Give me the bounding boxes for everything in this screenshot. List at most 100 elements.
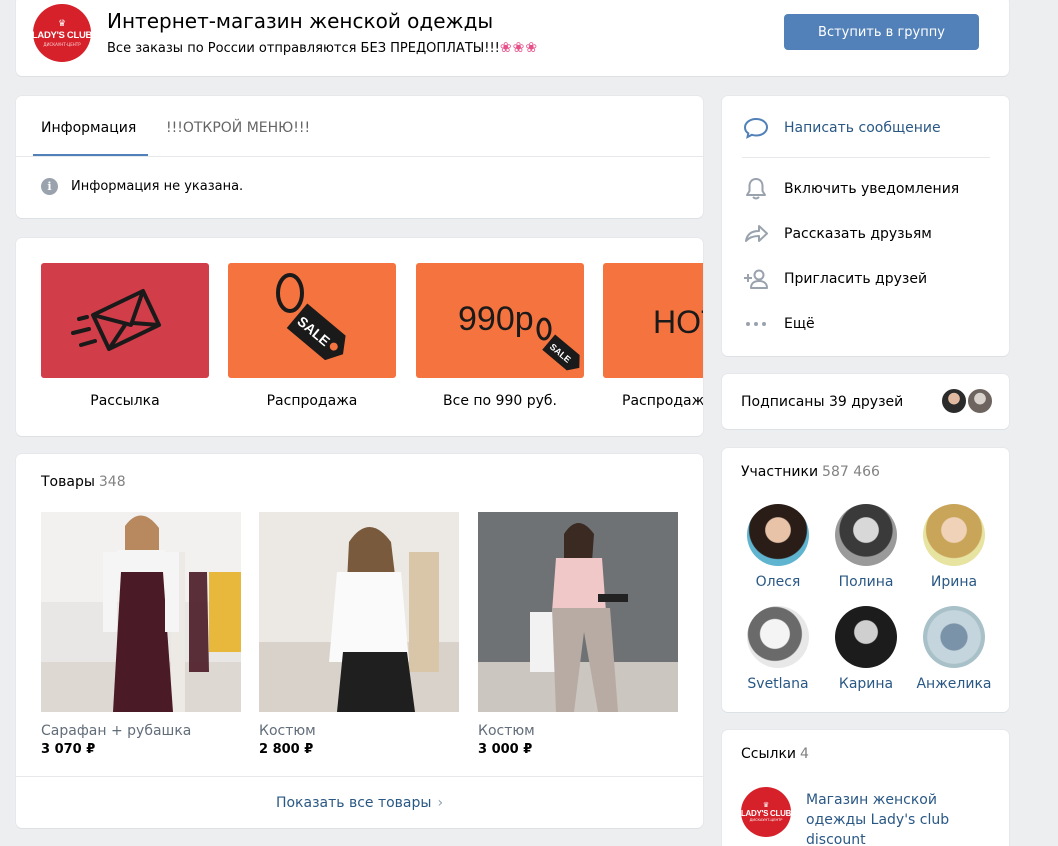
friends-subscribed-block[interactable]: Подписаны 39 друзей [722,374,1009,429]
tile-label: Распродаж [622,393,703,409]
crown-icon: ♛ [762,801,770,809]
message-icon [743,117,769,139]
product-price: 3 070 ₽ [41,742,96,757]
member-item[interactable]: Карина [822,606,910,692]
goods-block: Товары 348 Сарафан + рубашка 3 070 ₽ Кос… [16,454,703,828]
action-label: Пригласить друзей [784,271,928,287]
tile-image: HOT [603,263,703,378]
sale-tag-icon: SALE [276,273,346,361]
hot-image: HOT [653,304,703,340]
avatar[interactable] [940,387,968,415]
divider [742,157,990,158]
member-item[interactable]: Анжелика [910,606,998,692]
avatar[interactable] [835,606,897,668]
action-label: Написать сообщение [784,120,941,136]
avatar[interactable] [923,606,985,668]
write-message-action[interactable]: Написать сообщение [742,116,941,140]
product-name[interactable]: Сарафан + рубашка [41,723,241,739]
action-label: Ещё [784,316,815,332]
members-title: Участники [741,464,819,480]
more-icon [746,322,766,326]
group-logo[interactable]: ♛ LADY'S CLUB ДИСКАУНТ-ЦЕНТР [31,4,93,62]
member-name[interactable]: Ирина [910,574,998,590]
friends-subscribed-text: Подписаны 39 друзей [741,394,904,410]
link-logo[interactable]: ♛ LADY'S CLUB ДИСКАУНТ-ЦЕНТР [741,787,791,837]
crown-icon: ♛ [57,18,67,29]
product-price: 3 000 ₽ [478,742,533,757]
menu-tile-990[interactable]: 990р SALE Все по 990 руб. [416,263,584,409]
product-image[interactable] [478,512,678,712]
product-image[interactable] [259,512,459,712]
more-action[interactable]: Ещё [742,312,815,336]
avatar[interactable] [747,504,809,566]
members-header[interactable]: Участники 587 466 [741,464,880,480]
info-icon: i [41,178,58,195]
info-block: Информация !!!ОТКРОЙ МЕНЮ!!! i Информаци… [16,96,703,218]
tile-label: Рассылка [90,393,160,409]
members-count: 587 466 [822,464,880,480]
show-all-label: Показать все товары [275,794,432,811]
tell-friends-action[interactable]: Рассказать друзьям [742,222,932,246]
logo-subtitle: ДИСКАУНТ-ЦЕНТР [43,41,81,47]
group-title: Интернет-магазин женской одежды [107,9,494,33]
members-block: Участники 587 466 Олеся Полина Ирина Svet… [722,448,1009,712]
member-item[interactable]: Svetlana [734,606,822,692]
product-name[interactable]: Костюм [478,723,678,739]
product-card[interactable]: Костюм 3 000 ₽ [478,512,678,757]
product-image[interactable] [41,512,241,712]
product-card[interactable]: Костюм 2 800 ₽ [259,512,459,757]
links-header[interactable]: Ссылки 4 [741,746,809,762]
member-name[interactable]: Анжелика [910,676,998,692]
share-icon [745,225,768,242]
add-friend-icon [744,269,768,289]
invite-friends-action[interactable]: Пригласить друзей [742,267,927,291]
tab-information[interactable]: Информация [41,120,136,136]
tile-label: Все по 990 руб. [443,393,557,409]
avatar[interactable] [923,504,985,566]
link-title[interactable]: Магазин женской одежды Lady's club disco… [806,790,986,846]
menu-tile-newsletter[interactable]: Рассылка [41,263,209,409]
member-name[interactable]: Полина [822,574,910,590]
tile-label: Распродажа [266,393,358,409]
goods-title: Товары [41,474,95,490]
tile-image [41,263,209,378]
flower-emoji-icon: ❀❀❀ [499,40,539,56]
menu-tile-sale-2[interactable]: HOT Распродаж [603,263,703,409]
goods-header[interactable]: Товары 348 [41,474,126,490]
group-header: ♛ LADY'S CLUB ДИСКАУНТ-ЦЕНТР Интернет-ма… [16,0,1009,76]
price-990-image: 990р SALE [458,300,580,371]
tile-image: 990р SALE [416,263,584,378]
tile-image: SALE [228,263,396,378]
member-item[interactable]: Полина [822,504,910,590]
product-card[interactable]: Сарафан + рубашка 3 070 ₽ [41,512,241,757]
active-tab-indicator [33,154,148,156]
show-all-goods-link[interactable]: Показать все товары › [16,776,703,828]
action-label: Включить уведомления [784,181,960,197]
info-row: i Информация не указана. [41,178,243,195]
avatar[interactable] [747,606,809,668]
links-block: Ссылки 4 ♛ LADY'S CLUB ДИСКАУНТ-ЦЕНТР Маг… [722,730,1009,846]
enable-notifications-action[interactable]: Включить уведомления [742,177,959,201]
product-name[interactable]: Костюм [259,723,459,739]
envelope-icon [71,289,161,351]
actions-block: Написать сообщение Включить уведомления … [722,96,1009,356]
info-tabs: Информация !!!ОТКРОЙ МЕНЮ!!! [16,96,703,157]
member-name[interactable]: Олеся [734,574,822,590]
hot-text: HOT [653,304,703,340]
member-name[interactable]: Svetlana [734,676,822,692]
links-title: Ссылки [741,746,797,762]
avatar[interactable] [835,504,897,566]
member-name[interactable]: Карина [822,676,910,692]
chevron-right-icon: › [437,794,444,811]
member-item[interactable]: Олеся [734,504,822,590]
avatar[interactable] [966,387,994,415]
menu-tile-sale[interactable]: SALE Распродажа [228,263,396,409]
menu-block: Рассылка SALE Распродажа 990р SALE Все п… [16,238,703,436]
product-price: 2 800 ₽ [259,742,314,757]
logo-text: LADY'S CLUB [740,809,792,818]
member-item[interactable]: Ирина [910,504,998,590]
info-text: Информация не указана. [71,179,244,194]
logo-text: LADY'S CLUB [31,29,93,41]
tab-open-menu[interactable]: !!!ОТКРОЙ МЕНЮ!!! [166,120,310,136]
join-group-button[interactable]: Вступить в группу [784,14,979,50]
